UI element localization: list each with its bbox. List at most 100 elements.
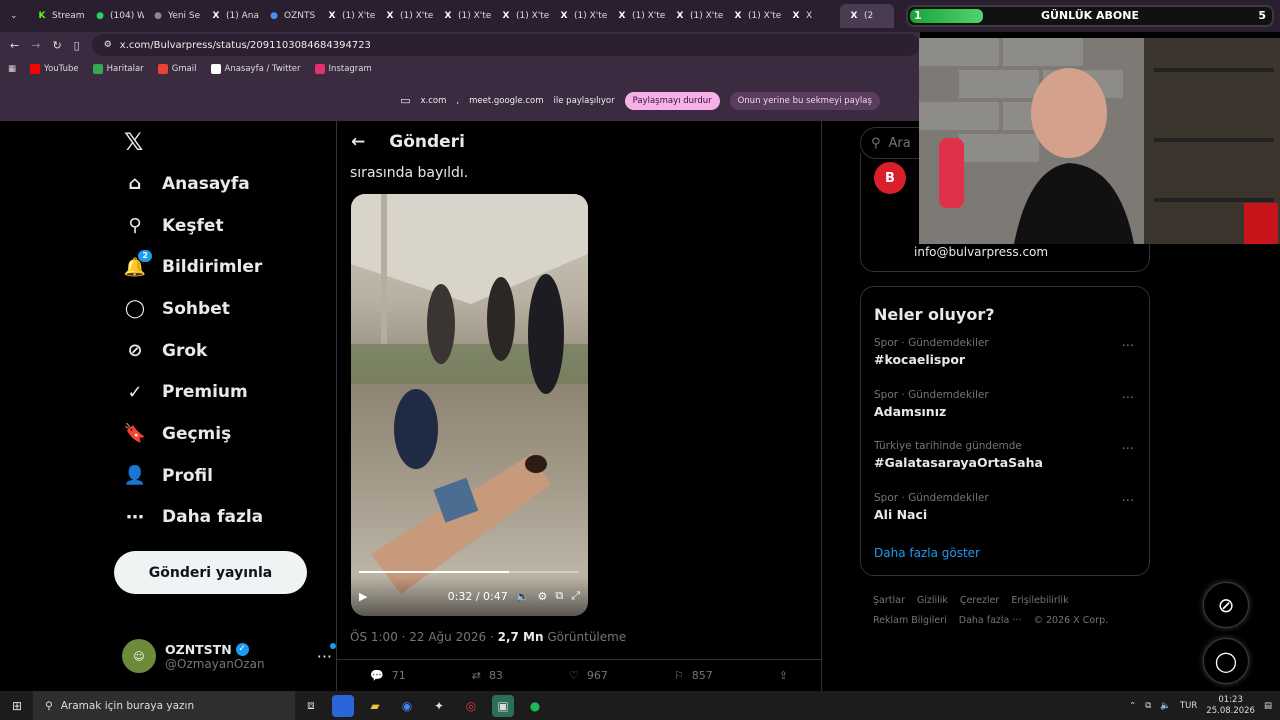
nav-item-bell[interactable]: 🔔 2 Bildirimler — [110, 246, 336, 288]
copilot-icon[interactable] — [332, 694, 354, 717]
like-button[interactable]: ♡ 967 — [569, 669, 608, 682]
search-icon: ⚲ — [45, 699, 53, 712]
more-icon[interactable]: ··· — [1122, 494, 1134, 509]
browser-tab[interactable]: XX — [782, 4, 840, 28]
browser-tab[interactable]: X (1) X'te — [492, 4, 550, 28]
reload-icon[interactable]: ↻ — [52, 39, 61, 52]
reading-mode-icon[interactable]: ▯ — [74, 39, 80, 52]
volume-icon[interactable]: 🔈 — [516, 590, 530, 603]
bookmark-button[interactable]: ⚐ 857 — [674, 669, 713, 682]
browser-tab[interactable]: ● Yeni Se — [144, 4, 202, 28]
more-icon[interactable]: ··· — [1122, 391, 1134, 406]
browser-tab[interactable]: K Stream — [28, 4, 86, 28]
footer-link[interactable]: Çerezler — [960, 591, 999, 611]
windows-start-icon[interactable]: ⊞ — [6, 695, 28, 717]
obs-icon[interactable]: ◎ — [460, 695, 482, 717]
browser-tab[interactable]: X (1) X'te — [724, 4, 782, 28]
x-logo-icon[interactable]: 𝕏 — [110, 121, 336, 163]
browser-tab[interactable]: X (1) X'te — [608, 4, 666, 28]
profile-email[interactable]: info@bulvarpress.com — [914, 245, 1048, 259]
nav-item-search[interactable]: ⚲ Keşfet — [110, 205, 336, 247]
nav-item-verified[interactable]: ✓ Premium — [110, 371, 336, 413]
play-icon[interactable]: ▶ — [359, 590, 367, 603]
profile-avatar[interactable]: B — [874, 162, 906, 194]
network-icon[interactable]: ⧉ — [1145, 701, 1151, 711]
browser-tab[interactable]: X (1) X'te — [550, 4, 608, 28]
more-icon[interactable]: ··· — [1122, 339, 1134, 354]
stop-sharing-button[interactable]: Paylaşmayı durdur — [624, 91, 720, 110]
browser-tab[interactable]: X (1) X'te — [434, 4, 492, 28]
bookmark-item[interactable]: Anasayfa / Twitter — [210, 64, 301, 74]
account-switcher[interactable]: ☺ OZNTSTN ✓ @OzmayanOzan ··· — [122, 638, 336, 674]
trend-item[interactable]: Spor · Gündemdekiler #kocaelispor ··· — [874, 331, 1136, 383]
browser-tab[interactable]: X (1) X'te — [666, 4, 724, 28]
footer-link[interactable]: Şartlar — [873, 591, 905, 611]
back-icon[interactable]: ← — [10, 39, 19, 52]
x-icon: X — [734, 11, 742, 21]
trend-item[interactable]: Spor · Gündemdekiler Adamsınız ··· — [874, 383, 1136, 435]
messages-fab-button[interactable]: ◯ — [1203, 638, 1249, 684]
pip-icon[interactable]: ⧉ — [555, 589, 563, 603]
bookmark-item[interactable]: YouTube — [30, 64, 79, 74]
task-view-icon[interactable]: ⧈ — [300, 695, 322, 717]
browser-tab[interactable]: X (1) Ana — [202, 4, 260, 28]
browser-tab[interactable]: X (1) X'te — [376, 4, 434, 28]
windows-taskbar: ⊞ ⚲ Aramak için buraya yazın ⧈ ▰ ◉ ✦ ◎ ▣… — [0, 691, 1280, 720]
language-indicator[interactable]: TUR — [1180, 701, 1197, 711]
browser-tab[interactable]: X (2 — [840, 4, 894, 28]
tab-list-button[interactable]: ⌄ — [6, 4, 28, 28]
share-this-tab-button[interactable]: Onun yerine bu sekmeyi paylaş — [729, 91, 880, 110]
browser-tab[interactable]: ● (104) W — [86, 4, 144, 28]
bookmark-item[interactable]: Gmail — [157, 64, 197, 74]
reply-button[interactable]: 💬 71 — [370, 669, 406, 682]
nav-item-home[interactable]: ⌂ Anasayfa — [110, 163, 336, 205]
browser-tab[interactable]: X (1) X'te — [318, 4, 376, 28]
video-progress-bar[interactable] — [359, 571, 579, 573]
repost-button[interactable]: ⇄ 83 — [472, 669, 503, 682]
app-icon[interactable]: ✦ — [428, 695, 450, 717]
nav-item-person[interactable]: 👤 Profil — [110, 455, 336, 497]
video-player[interactable]: ▶ 0:32 / 0:47 🔈 ⚙ ⧉ ⤢ — [351, 194, 588, 616]
tab-label: (2 — [864, 11, 874, 21]
more-icon[interactable]: ··· — [317, 642, 336, 666]
trend-item[interactable]: Spor · Gündemdekiler Ali Naci ··· — [874, 486, 1136, 538]
bookmark-icon — [30, 64, 41, 74]
tab-label: (1) X'te — [400, 11, 434, 21]
more-icon[interactable]: ··· — [1122, 442, 1134, 457]
nav-item-more-circle[interactable]: ⋯ Daha fazla — [110, 497, 336, 539]
url-input[interactable]: ⚙ x.com/Bulvarpress/status/2091103084684… — [91, 34, 920, 56]
spotify-icon[interactable]: ● — [524, 695, 546, 717]
clock[interactable]: 01:23 25.08.2026 — [1206, 695, 1255, 717]
file-explorer-icon[interactable]: ▰ — [364, 695, 386, 717]
x-icon: X — [212, 11, 220, 21]
bookmark-item[interactable]: Haritalar — [92, 64, 144, 74]
back-arrow-icon[interactable]: ← — [351, 132, 365, 152]
footer-link[interactable]: Gizlilik — [917, 591, 948, 611]
tweet-time[interactable]: ÖS 1:00 · 22 Ağu 2026 · — [350, 630, 498, 644]
site-info-icon[interactable]: ⚙ — [104, 40, 112, 50]
browser-tab[interactable]: ● OZNTS — [260, 4, 318, 28]
show-more-link[interactable]: Daha fazla göster — [874, 546, 1136, 560]
settings-icon[interactable]: ⚙ — [537, 590, 547, 603]
chrome-icon[interactable]: ◉ — [396, 695, 418, 717]
active-app-icon[interactable]: ▣ — [492, 694, 514, 717]
bookmark-item[interactable]: Instagram — [314, 64, 372, 74]
notifications-icon[interactable]: ▤ — [1264, 701, 1272, 711]
volume-icon[interactable]: 🔈 — [1160, 701, 1171, 711]
footer-link[interactable]: © 2026 X Corp. — [1033, 611, 1108, 631]
footer-link[interactable]: Erişilebilirlik — [1011, 591, 1068, 611]
nav-item-grok[interactable]: ⊘ Grok — [110, 330, 336, 372]
apps-grid-icon[interactable]: ▦ — [8, 64, 16, 74]
nav-item-chat[interactable]: ◯ Sohbet — [110, 288, 336, 330]
footer-link[interactable]: Reklam Bilgileri — [873, 611, 947, 631]
nav-item-bookmark[interactable]: 🔖 Geçmiş — [110, 413, 336, 455]
chevron-up-icon[interactable]: ⌃ — [1129, 701, 1136, 711]
footer-link[interactable]: Daha fazla ··· — [959, 611, 1022, 631]
forward-icon[interactable]: → — [31, 39, 40, 52]
grok-fab-button[interactable]: ⊘ — [1203, 582, 1249, 628]
post-button[interactable]: Gönderi yayınla — [114, 551, 307, 594]
share-button[interactable]: ⇪ — [779, 669, 788, 682]
trend-item[interactable]: Türkiye tarihinde gündemde #GalatasarayaO… — [874, 434, 1136, 486]
fullscreen-icon[interactable]: ⤢ — [571, 589, 580, 603]
taskbar-search-input[interactable]: ⚲ Aramak için buraya yazın — [33, 691, 295, 720]
